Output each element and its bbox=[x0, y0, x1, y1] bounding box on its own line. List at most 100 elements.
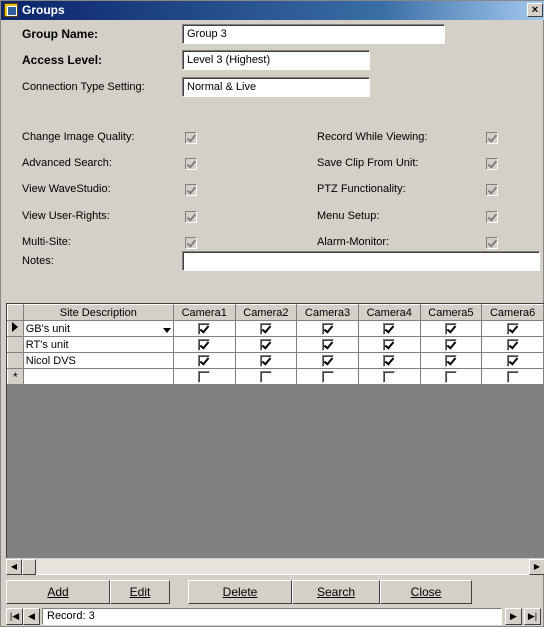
camera-cell bbox=[172, 336, 236, 353]
camera-cell bbox=[172, 368, 236, 385]
camera-cell bbox=[296, 368, 359, 385]
camera-checkbox[interactable] bbox=[383, 370, 396, 383]
permission-right-label-2: PTZ Functionality: bbox=[317, 183, 406, 195]
camera-checkbox[interactable] bbox=[259, 338, 272, 351]
permission-right-checkbox-1[interactable] bbox=[486, 158, 498, 170]
camera-checkbox[interactable] bbox=[321, 370, 334, 383]
group-name-field[interactable]: Group 3 bbox=[182, 24, 445, 44]
camera-checkbox[interactable] bbox=[444, 354, 457, 367]
action-buttons: Add Edit Delete Search Close bbox=[6, 580, 544, 605]
camera-checkbox[interactable] bbox=[321, 322, 334, 335]
next-record-icon[interactable]: ▶ bbox=[505, 608, 522, 625]
add-button[interactable]: Add bbox=[6, 580, 110, 604]
camera-header[interactable]: Camera6 bbox=[481, 304, 544, 321]
permission-left-checkbox-0[interactable] bbox=[185, 132, 197, 144]
horizontal-scrollbar[interactable]: ◀ ▶ bbox=[6, 558, 544, 575]
notes-field[interactable] bbox=[182, 251, 540, 271]
camera-cell bbox=[481, 336, 544, 353]
record-indicator: Record: 3 bbox=[42, 608, 502, 625]
site-cell[interactable]: Nicol DVS bbox=[22, 352, 174, 369]
scroll-right-icon[interactable]: ▶ bbox=[529, 559, 544, 575]
camera-checkbox[interactable] bbox=[444, 370, 457, 383]
table-row[interactable]: RT's unit bbox=[7, 336, 544, 353]
scroll-thumb[interactable] bbox=[22, 559, 36, 575]
permission-right-label-4: Alarm-Monitor: bbox=[317, 236, 390, 248]
permission-right-checkbox-2[interactable] bbox=[486, 184, 498, 196]
connection-type-field[interactable]: Normal & Live bbox=[182, 77, 370, 97]
permission-left-checkbox-3[interactable] bbox=[185, 211, 197, 223]
access-level-field[interactable]: Level 3 (Highest) bbox=[182, 50, 370, 70]
access-level-label: Access Level: bbox=[22, 53, 103, 67]
site-camera-table: Site Description Camera1 Camera2 Camera3 Cam… bbox=[7, 304, 544, 385]
title-bar[interactable]: Groups × bbox=[1, 1, 544, 20]
new-row-selector[interactable]: * bbox=[7, 368, 24, 385]
previous-record-icon[interactable]: ◀ bbox=[23, 608, 40, 625]
first-record-icon[interactable]: |◀ bbox=[6, 608, 23, 625]
camera-checkbox[interactable] bbox=[198, 354, 211, 367]
site-name: GB's unit bbox=[25, 322, 71, 335]
site-cell[interactable]: GB's unit bbox=[22, 320, 174, 337]
permission-right-label-0: Record While Viewing: bbox=[317, 131, 428, 143]
site-cell[interactable] bbox=[22, 368, 174, 385]
edit-button[interactable]: Edit bbox=[110, 580, 170, 604]
camera-checkbox[interactable] bbox=[321, 338, 334, 351]
camera-header[interactable]: Camera4 bbox=[357, 304, 421, 321]
permission-left-label-3: View User-Rights: bbox=[22, 210, 110, 222]
last-record-icon[interactable]: ▶| bbox=[524, 608, 541, 625]
camera-checkbox[interactable] bbox=[259, 322, 272, 335]
camera-checkbox[interactable] bbox=[506, 370, 519, 383]
site-cell[interactable]: RT's unit bbox=[22, 336, 174, 353]
camera-checkbox[interactable] bbox=[259, 370, 272, 383]
camera-checkbox[interactable] bbox=[506, 338, 519, 351]
camera-checkbox[interactable] bbox=[198, 370, 211, 383]
camera-cell bbox=[357, 352, 421, 369]
permission-right-checkbox-4[interactable] bbox=[486, 237, 498, 249]
camera-checkbox[interactable] bbox=[506, 322, 519, 335]
row-selector[interactable] bbox=[7, 320, 24, 337]
permission-right-checkbox-0[interactable] bbox=[486, 132, 498, 144]
camera-checkbox[interactable] bbox=[259, 354, 272, 367]
delete-button[interactable]: Delete bbox=[188, 580, 292, 604]
scroll-left-icon[interactable]: ◀ bbox=[6, 559, 22, 575]
camera-checkbox[interactable] bbox=[506, 354, 519, 367]
connection-type-label: Connection Type Setting: bbox=[22, 81, 145, 93]
permission-left-label-0: Change Image Quality: bbox=[22, 131, 135, 143]
camera-cell bbox=[357, 368, 421, 385]
permission-left-label-1: Advanced Search: bbox=[22, 157, 112, 169]
camera-header[interactable]: Camera5 bbox=[419, 304, 483, 321]
camera-cell bbox=[296, 352, 359, 369]
camera-cell bbox=[234, 320, 298, 337]
camera-checkbox[interactable] bbox=[444, 322, 457, 335]
camera-checkbox[interactable] bbox=[198, 338, 211, 351]
new-record-row[interactable]: * bbox=[7, 368, 544, 385]
camera-header[interactable]: Camera3 bbox=[296, 304, 359, 321]
permission-left-checkbox-4[interactable] bbox=[185, 237, 197, 249]
camera-cell bbox=[357, 320, 421, 337]
camera-cell bbox=[172, 320, 236, 337]
search-button[interactable]: Search bbox=[292, 580, 380, 604]
camera-header[interactable]: Camera1 bbox=[172, 304, 236, 321]
permission-left-checkbox-2[interactable] bbox=[185, 184, 197, 196]
camera-checkbox[interactable] bbox=[383, 322, 396, 335]
site-description-header[interactable]: Site Description bbox=[22, 304, 174, 321]
camera-checkbox[interactable] bbox=[198, 322, 211, 335]
group-name-label: Group Name: bbox=[22, 27, 99, 41]
close-button[interactable]: Close bbox=[380, 580, 472, 604]
dropdown-icon[interactable] bbox=[162, 327, 171, 333]
row-selector[interactable] bbox=[7, 352, 24, 369]
permission-left-checkbox-1[interactable] bbox=[185, 158, 197, 170]
camera-checkbox[interactable] bbox=[444, 338, 457, 351]
camera-cell bbox=[419, 352, 483, 369]
camera-checkbox[interactable] bbox=[383, 338, 396, 351]
permission-right-checkbox-3[interactable] bbox=[486, 211, 498, 223]
table-row[interactable]: GB's unit bbox=[7, 320, 544, 337]
row-selector[interactable] bbox=[7, 336, 24, 353]
table-row[interactable]: Nicol DVS bbox=[7, 352, 544, 369]
camera-checkbox[interactable] bbox=[321, 354, 334, 367]
close-window-button[interactable]: × bbox=[527, 3, 543, 17]
camera-checkbox[interactable] bbox=[383, 354, 396, 367]
camera-header[interactable]: Camera2 bbox=[234, 304, 298, 321]
camera-cell bbox=[234, 352, 298, 369]
record-navigator: |◀ ◀ Record: 3 ▶ ▶| bbox=[6, 608, 544, 626]
site-camera-grid: Site Description Camera1 Camera2 Camera3 Cam… bbox=[6, 303, 544, 575]
